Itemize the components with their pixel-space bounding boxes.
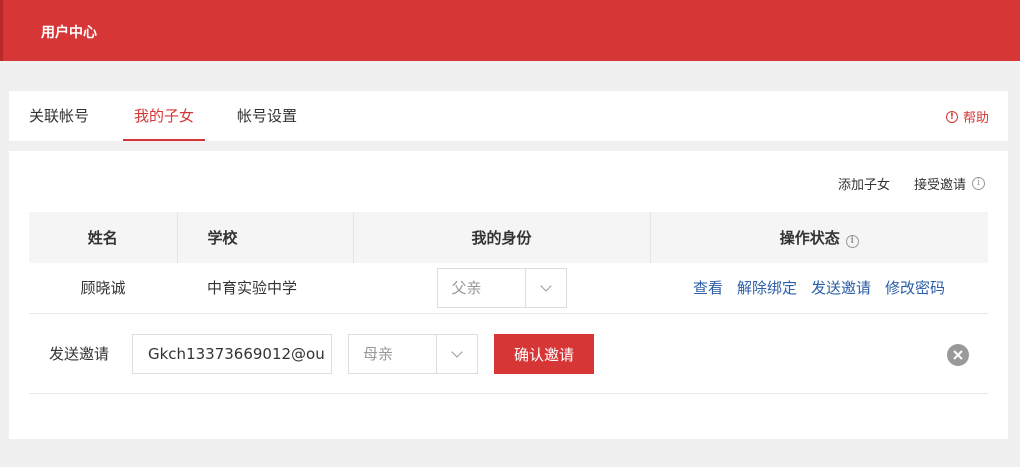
header-role: 我的身份 (352, 212, 650, 263)
info-icon[interactable]: i (972, 177, 985, 190)
invite-row: 发送邀请 Gkch13373669012@ou 母亲 确认邀请 (29, 313, 988, 394)
send-invite-link[interactable]: 发送邀请 (811, 279, 871, 297)
cell-name: 顾晓诚 (29, 263, 177, 314)
children-table: 姓名 学校 我的身份 操作状态 i 顾晓诚 中育实验中学 父亲 查看 解除绑定 … (29, 212, 988, 314)
change-password-link[interactable]: 修改密码 (885, 279, 945, 297)
tab-my-children[interactable]: 我的子女 (123, 105, 206, 141)
header-status: 操作状态 i (649, 212, 988, 263)
help-label: 帮助 (962, 111, 989, 126)
cell-school: 中育实验中学 (177, 263, 353, 314)
invite-role-select[interactable]: 母亲 (348, 334, 478, 374)
panel-actions: 添加子女 接受邀请 i (814, 174, 985, 193)
cell-ops: 查看 解除绑定 发送邀请 修改密码 (650, 263, 988, 314)
info-icon[interactable]: i (845, 235, 859, 248)
cell-role: 父亲 (353, 263, 650, 314)
invite-role-value: 母亲 (363, 345, 394, 363)
add-child-link[interactable]: 添加子女 (838, 174, 890, 193)
header-school: 学校 (176, 212, 353, 263)
info-icon: ! (945, 110, 958, 123)
chevron-down-icon[interactable] (436, 335, 477, 373)
invite-email-value: Gkch13373669012@ou (148, 345, 325, 363)
tab-bar: 关联帐号 我的子女 帐号设置 ! 帮助 (9, 91, 1008, 141)
tab-linked-accounts[interactable]: 关联帐号 (18, 105, 100, 141)
invite-label: 发送邀请 (49, 345, 110, 363)
invite-email-input[interactable]: Gkch13373669012@ou (132, 334, 332, 374)
accept-invite-link[interactable]: 接受邀请 (914, 174, 966, 193)
close-icon[interactable] (947, 344, 969, 366)
confirm-invite-button[interactable]: 确认邀请 (494, 334, 594, 374)
header-name: 姓名 (29, 212, 177, 263)
table-row: 顾晓诚 中育实验中学 父亲 查看 解除绑定 发送邀请 修改密码 (29, 263, 988, 314)
children-panel: 添加子女 接受邀请 i 姓名 学校 我的身份 操作状态 i 顾晓诚 中育实验中学 … (9, 151, 1008, 439)
page-title: 用户中心 (41, 25, 97, 41)
top-header-bar: 用户中心 (0, 0, 1020, 61)
view-link[interactable]: 查看 (693, 279, 723, 297)
role-select[interactable]: 父亲 (436, 267, 567, 308)
chevron-down-icon[interactable] (524, 268, 566, 307)
tab-account-settings[interactable]: 帐号设置 (226, 105, 308, 141)
table-header-row: 姓名 学校 我的身份 操作状态 i (29, 212, 988, 263)
help-link[interactable]: ! 帮助 (945, 107, 989, 126)
role-select-value: 父亲 (451, 278, 482, 297)
unbind-link[interactable]: 解除绑定 (737, 279, 797, 297)
header-status-label: 操作状态 (779, 229, 840, 247)
